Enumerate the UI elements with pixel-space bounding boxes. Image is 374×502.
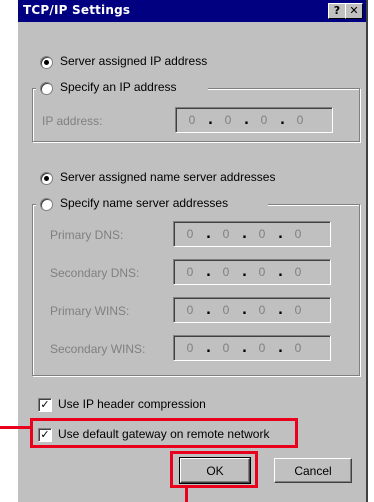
secondary-dns-octet-2: 0: [222, 265, 230, 279]
secondary-dns-octet-4: 0: [294, 265, 302, 279]
secondary-dns-label: Secondary DNS:: [50, 266, 140, 280]
primary-dns-octet-4: 0: [294, 227, 302, 241]
ip-header-compression-checkbox[interactable]: ✓: [38, 398, 52, 412]
primary-wins-input[interactable]: 0 . 0 . 0 . 0: [173, 297, 331, 323]
primary-dns-label: Primary DNS:: [50, 228, 124, 242]
ok-button-highlight: [170, 451, 258, 488]
secondary-dns-input[interactable]: 0 . 0 . 0 . 0: [173, 259, 331, 285]
ip-header-compression-label[interactable]: Use IP header compression: [58, 397, 206, 411]
secondary-dns-octet-3: 0: [258, 265, 266, 279]
secondary-wins-octet-2: 0: [222, 341, 230, 355]
title-bar[interactable]: TCP/IP Settings ? ✕: [18, 0, 366, 22]
secondary-wins-octet-1: 0: [186, 341, 194, 355]
primary-wins-octet-2: 0: [222, 303, 230, 317]
specify-ip-radio[interactable]: [40, 82, 53, 95]
ok-button-callout-line: [185, 488, 188, 502]
ip-octet-1: 0: [188, 113, 196, 127]
secondary-wins-input[interactable]: 0 . 0 . 0 . 0: [173, 335, 331, 361]
ip-octet-4: 0: [296, 113, 304, 127]
ip-octet-2: 0: [224, 113, 232, 127]
server-assigned-ip-radio[interactable]: [40, 56, 53, 69]
primary-dns-octet-2: 0: [222, 227, 230, 241]
primary-dns-octet-1: 0: [186, 227, 194, 241]
default-gateway-callout-line: [0, 426, 30, 429]
primary-dns-octet-3: 0: [258, 227, 266, 241]
primary-wins-octet-1: 0: [186, 303, 194, 317]
ip-address-input[interactable]: 0 . 0 . 0 . 0: [175, 107, 333, 133]
specify-dns-radio[interactable]: [40, 198, 53, 211]
cancel-button[interactable]: Cancel: [274, 458, 352, 483]
default-gateway-highlight: [30, 418, 298, 448]
primary-dns-input[interactable]: 0 . 0 . 0 . 0: [173, 221, 331, 247]
specify-ip-label[interactable]: Specify an IP address: [60, 80, 177, 94]
close-button[interactable]: ✕: [345, 3, 363, 19]
secondary-dns-octet-1: 0: [186, 265, 194, 279]
primary-wins-octet-4: 0: [294, 303, 302, 317]
ip-octet-3: 0: [260, 113, 268, 127]
primary-wins-label: Primary WINS:: [50, 304, 130, 318]
secondary-wins-octet-3: 0: [258, 341, 266, 355]
dialog-title: TCP/IP Settings: [23, 3, 131, 17]
primary-wins-octet-3: 0: [258, 303, 266, 317]
server-assigned-dns-radio[interactable]: [40, 172, 53, 185]
ip-address-label: IP address:: [42, 114, 103, 128]
secondary-wins-octet-4: 0: [294, 341, 302, 355]
specify-dns-label[interactable]: Specify name server addresses: [60, 196, 228, 210]
secondary-wins-label: Secondary WINS:: [50, 342, 146, 356]
server-assigned-ip-label[interactable]: Server assigned IP address: [60, 54, 207, 68]
help-button[interactable]: ?: [328, 3, 346, 19]
server-assigned-dns-label[interactable]: Server assigned name server addresses: [60, 170, 275, 184]
